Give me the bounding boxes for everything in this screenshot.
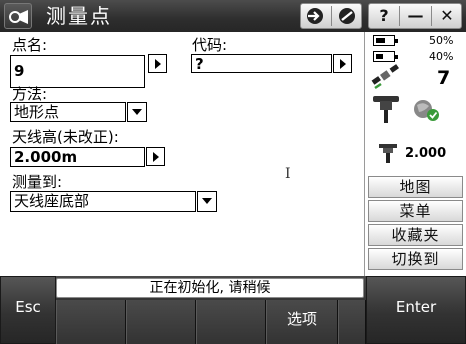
softkey-2[interactable] xyxy=(126,300,196,344)
chevron-right-icon xyxy=(155,59,161,69)
enter-button[interactable]: Enter xyxy=(366,276,466,344)
options-button[interactable]: 选项 xyxy=(266,300,338,344)
method-label: 方法: xyxy=(12,85,48,103)
no-entry-icon xyxy=(339,8,355,24)
satellite-icon[interactable] xyxy=(371,64,401,90)
battery-2-percent: 40% xyxy=(429,50,454,63)
antenna-height-label: 天线高(未改正): xyxy=(12,128,119,146)
connect-arrow-icon xyxy=(307,8,323,24)
status-panel: 50% 40% 7 2.000 地图 菜单 收藏夹 切换到 xyxy=(364,32,466,276)
battery-1-icon xyxy=(373,35,398,46)
help-button[interactable]: ? xyxy=(369,4,399,28)
status-message: 正在初始化, 请稍候 xyxy=(56,278,364,298)
chevron-right-icon xyxy=(340,59,346,69)
antenna-height-value: 2.000 xyxy=(405,146,447,161)
softkey-5[interactable] xyxy=(338,300,366,344)
antenna-icon xyxy=(379,144,397,163)
close-button[interactable]: ✕ xyxy=(432,4,462,28)
no-entry-button[interactable] xyxy=(332,4,362,28)
method-select[interactable]: 地形点 xyxy=(10,102,126,122)
title-bar: 测量点 ? — ✕ xyxy=(0,0,466,32)
survey-instrument-icon xyxy=(9,10,28,24)
chevron-right-icon xyxy=(153,152,159,162)
app-menu-button[interactable] xyxy=(4,3,32,29)
measure-point-form: 点名: 9 代码: ? 方法: 地形点 天线高(未改正): 2.000m 测量到… xyxy=(0,32,364,276)
measure-to-label: 测量到: xyxy=(12,173,63,191)
connect-arrow-button[interactable] xyxy=(301,4,331,28)
menu-button[interactable]: 菜单 xyxy=(368,200,463,222)
switch-to-button[interactable]: 切换到 xyxy=(368,248,463,270)
chevron-down-icon xyxy=(132,109,142,115)
battery-2-icon xyxy=(373,51,398,62)
code-arrow-button[interactable] xyxy=(333,54,352,73)
measure-to-select[interactable]: 天线座底部 xyxy=(10,191,196,212)
satellite-count: 7 xyxy=(437,67,451,89)
battery-1-percent: 50% xyxy=(429,34,454,47)
antenna-height-arrow-button[interactable] xyxy=(146,147,165,166)
gnss-receiver-icon[interactable] xyxy=(371,94,401,124)
esc-button[interactable]: Esc xyxy=(0,276,56,344)
map-button[interactable]: 地图 xyxy=(368,176,463,198)
title-tools xyxy=(300,3,362,29)
method-dropdown-button[interactable] xyxy=(127,102,147,122)
measure-to-dropdown-button[interactable] xyxy=(197,191,217,212)
point-name-label: 点名: xyxy=(12,36,48,54)
globe-check-icon[interactable] xyxy=(411,97,441,123)
chevron-down-icon xyxy=(202,198,212,204)
code-label: 代码: xyxy=(192,36,228,54)
window-controls: ? — ✕ xyxy=(368,3,462,29)
softkey-1[interactable] xyxy=(56,300,126,344)
favorites-button[interactable]: 收藏夹 xyxy=(368,224,463,246)
point-name-arrow-button[interactable] xyxy=(148,54,167,73)
window-title: 测量点 xyxy=(46,4,112,28)
point-name-input[interactable]: 9 xyxy=(10,55,145,88)
antenna-height-input[interactable]: 2.000m xyxy=(10,147,145,167)
minimize-button[interactable]: — xyxy=(400,4,431,28)
softkey-3[interactable] xyxy=(196,300,266,344)
text-cursor-icon: I xyxy=(285,166,291,182)
code-input[interactable]: ? xyxy=(191,54,332,73)
